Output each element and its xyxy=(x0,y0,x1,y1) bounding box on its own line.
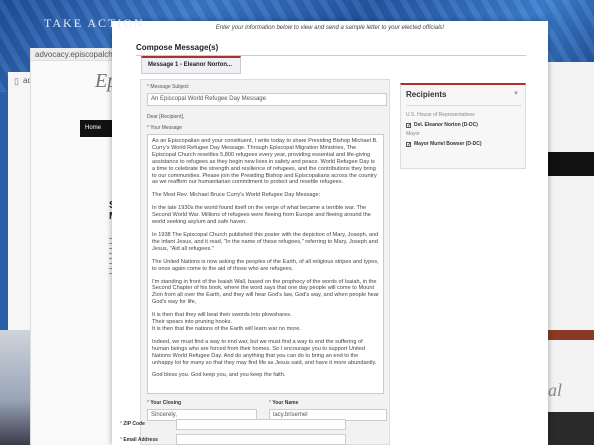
message-paragraph: God bless you. God keep you, and you kee… xyxy=(152,372,286,379)
message-paragraph: It is then that they will beat their swo… xyxy=(152,312,301,332)
recipients-divider xyxy=(406,105,522,106)
message-paragraph: The Most Rev. Michael Bruce Curry's Worl… xyxy=(152,192,321,199)
message-label: * Your Message xyxy=(147,125,183,131)
email-input[interactable] xyxy=(176,434,346,445)
compose-modal: Enter your information below to view and… xyxy=(112,21,548,445)
recipients-panel: Recipients ▼ U.S. House of Representativ… xyxy=(400,83,526,169)
checkbox-checked-icon[interactable]: ✓ xyxy=(406,142,411,148)
modal-instruction: Enter your information below to view and… xyxy=(215,25,445,31)
background-bottom-left-photo xyxy=(0,330,30,445)
recipients-title: Recipients xyxy=(406,90,447,99)
message-paragraph: Indeed, we must find a way to end war, b… xyxy=(152,338,377,366)
message-form: * Message Subject An Episcopal World Ref… xyxy=(140,79,390,445)
zip-label: * ZIP Code xyxy=(120,421,145,427)
background-window-mid: advocacy.episcopalchurc Ep Sl M xyxy=(30,48,118,445)
background-window-back: ▯ ad xyxy=(8,72,32,330)
recipient-group-label: Mayor xyxy=(406,131,420,137)
message-paragraph: In the late 1930s the world found itself… xyxy=(152,205,371,226)
zip-input[interactable] xyxy=(176,419,346,430)
recipient-item[interactable]: ✓ Mayor Muriel Bowser (D-DC) xyxy=(406,141,482,148)
nav-home-link[interactable]: Home xyxy=(80,120,114,137)
background-dark-strip xyxy=(548,412,594,445)
page-icon: ▯ xyxy=(14,76,19,86)
subject-label: * Message Subject xyxy=(147,84,189,90)
background-right-panel: al xyxy=(548,62,594,445)
salutation-text: Dear [Recipient], xyxy=(147,114,185,120)
recipient-item[interactable]: ✓ Del. Eleanor Norton (D-DC) xyxy=(406,122,478,129)
subject-input[interactable]: An Episcopal World Refugee Day Message xyxy=(147,93,387,106)
browser-tab-strip: advocacy.episcopalchurc xyxy=(31,48,115,61)
chevron-down-icon[interactable]: ▼ xyxy=(513,91,519,97)
name-label: * Your Name xyxy=(269,400,299,406)
background-brown-strip xyxy=(548,330,594,340)
recipient-group-label: U.S. House of Representatives xyxy=(406,112,475,118)
message-paragraph: I'm standing in front of the Isaiah Wall… xyxy=(152,278,379,306)
background-black-bar xyxy=(548,152,594,176)
compose-title: Compose Message(s) xyxy=(136,43,219,52)
closing-label: * Your Closing xyxy=(147,400,182,406)
email-label: * Email Address xyxy=(120,437,158,443)
background-script-text: al xyxy=(548,380,563,400)
banner-take-action-text: TAKE ACTION xyxy=(44,16,145,30)
tab-message-1[interactable]: Message 1 - Eleanor Norton... xyxy=(141,56,241,74)
checkbox-checked-icon[interactable]: ✓ xyxy=(406,123,411,129)
message-textarea[interactable]: As an Episcopalian and your constituent,… xyxy=(147,134,384,394)
message-paragraph: As an Episcopalian and your constituent,… xyxy=(152,138,378,186)
message-paragraph: In 1938 The Episcopal Church published t… xyxy=(152,231,379,252)
message-paragraph: The United Nations is now asking the peo… xyxy=(152,258,379,272)
background-url: advocacy.episcopalchurc xyxy=(35,50,115,59)
